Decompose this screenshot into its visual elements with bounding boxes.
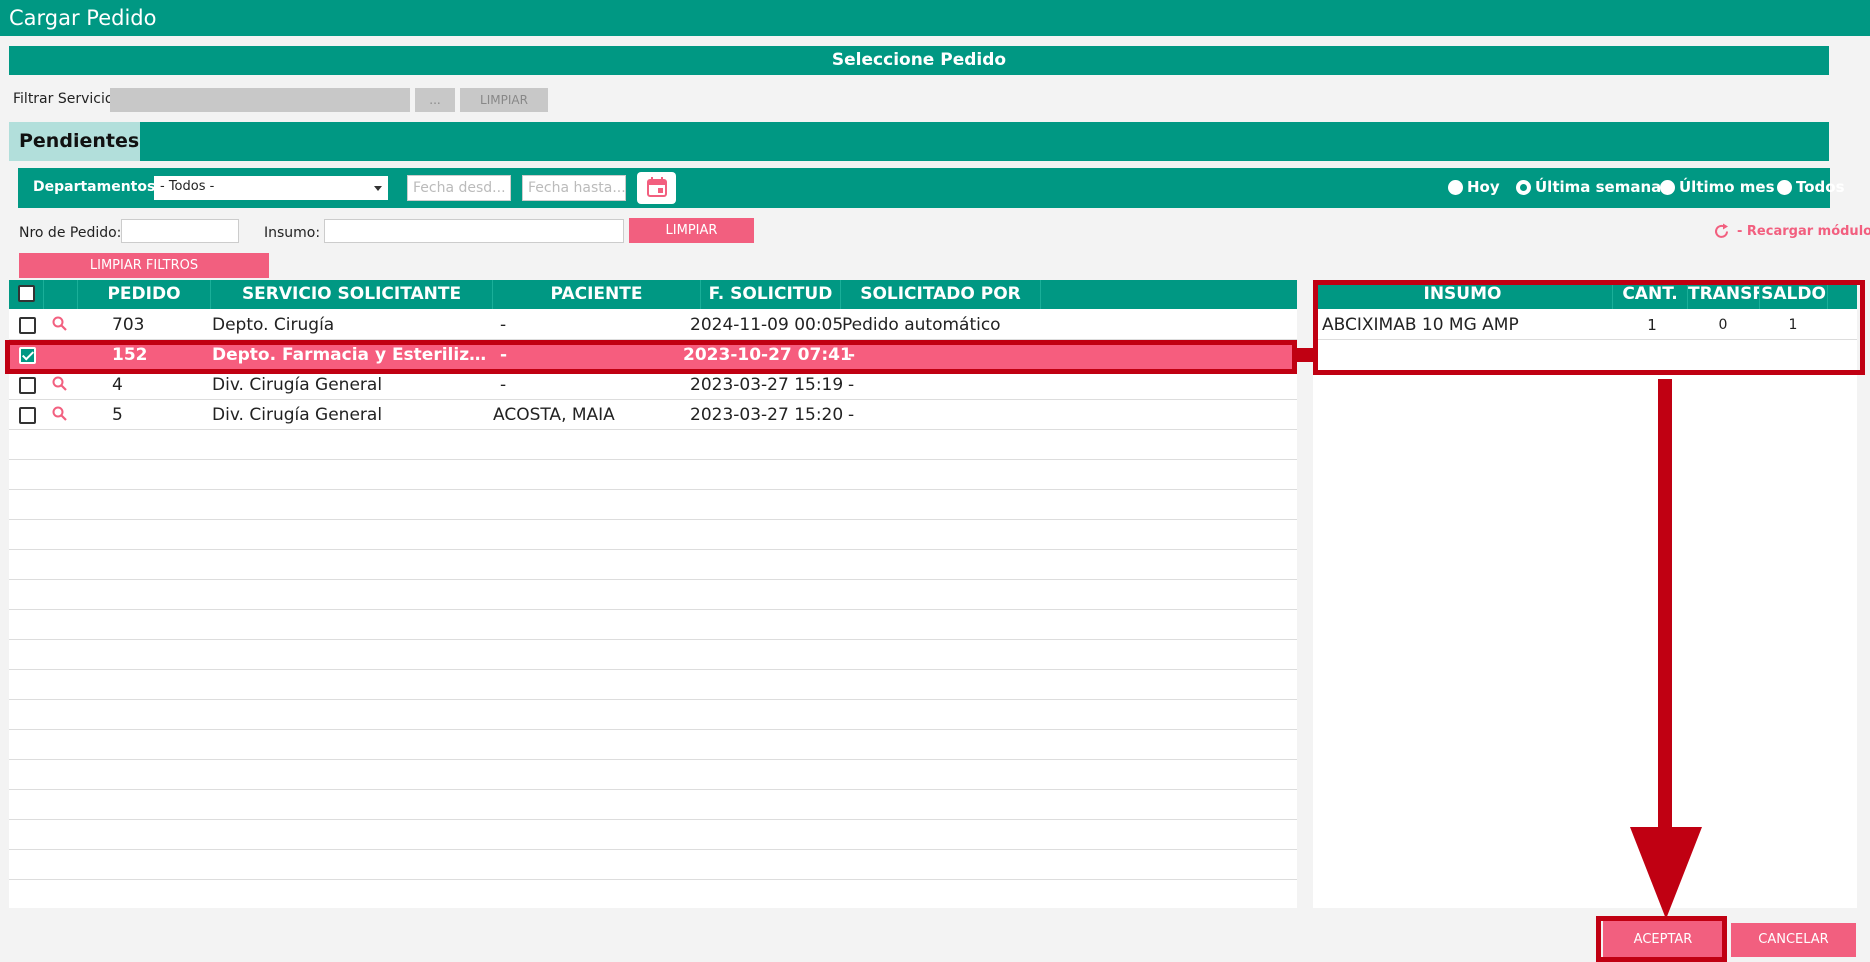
empty-row — [9, 580, 1297, 610]
cell-pedido: 5 — [112, 405, 123, 425]
items-table-highlight — [1313, 280, 1865, 375]
service-browse-button[interactable]: ... — [415, 88, 455, 112]
cell-fecha: 2023-03-27 15:20 — [690, 405, 844, 425]
empty-row — [9, 610, 1297, 640]
cell-fecha: 2023-03-27 15:19 — [690, 375, 844, 395]
empty-row — [9, 790, 1297, 820]
period-ultima-semana-label: Última semana — [1535, 178, 1662, 196]
period-radio-ultimo-mes[interactable]: Último mes — [1660, 178, 1775, 196]
empty-row — [9, 760, 1297, 790]
row-checkbox[interactable] — [19, 317, 36, 334]
nro-pedido-label: Nro de Pedido: — [19, 225, 122, 241]
empty-row — [9, 820, 1297, 850]
service-filter-label: Filtrar Servicio — [13, 91, 114, 107]
empty-row — [9, 460, 1297, 490]
table-row[interactable]: 4 Div. Cirugía General - 2023-03-27 15:1… — [9, 370, 1297, 400]
service-clear-button[interactable]: LIMPIAR — [460, 88, 548, 112]
search-icon[interactable] — [51, 405, 69, 423]
arrow-shaft — [1658, 379, 1672, 837]
column-header-pedido[interactable]: PEDIDO — [78, 280, 211, 309]
cell-solicitado-por: - — [848, 405, 855, 425]
column-header-paciente[interactable]: PACIENTE — [493, 280, 701, 309]
departamentos-select[interactable]: - Todos - — [154, 176, 388, 200]
calendar-icon — [647, 177, 667, 197]
header-select-all[interactable] — [9, 280, 44, 309]
chevron-down-icon — [374, 186, 382, 191]
radio-icon — [1448, 179, 1463, 195]
tab-pendientes[interactable]: Pendientes — [9, 122, 140, 161]
departamentos-label: Departamentos — [33, 179, 156, 195]
cell-fecha: 2024-11-09 00:05 — [690, 315, 844, 335]
table-row[interactable]: 703 Depto. Cirugía - 2024-11-09 00:05 Pe… — [9, 310, 1297, 340]
empty-row — [9, 520, 1297, 550]
cell-servicio: Div. Cirugía General — [212, 375, 383, 395]
cancel-button[interactable]: CANCELAR — [1731, 923, 1856, 957]
cell-servicio: Div. Cirugía General — [212, 405, 383, 425]
period-hoy-label: Hoy — [1467, 178, 1500, 196]
period-ultimo-mes-label: Último mes — [1679, 178, 1775, 196]
cell-pedido: 703 — [112, 315, 145, 335]
radio-icon — [1660, 179, 1675, 195]
search-icon[interactable] — [51, 375, 69, 393]
section-title: Seleccione Pedido — [9, 46, 1829, 75]
empty-row — [9, 430, 1297, 460]
cell-paciente: ACOSTA, MAIA — [493, 405, 615, 425]
cell-paciente: - — [500, 315, 507, 335]
select-all-checkbox[interactable] — [18, 285, 35, 302]
row-checkbox[interactable] — [19, 407, 36, 424]
column-header-servicio[interactable]: SERVICIO SOLICITANTE — [211, 280, 493, 309]
header-blank — [44, 280, 78, 309]
fecha-hasta-input[interactable]: Fecha hasta... — [522, 175, 626, 201]
reload-module-label: - Recargar módulo — [1737, 224, 1870, 239]
table-row[interactable]: 5 Div. Cirugía General ACOSTA, MAIA 2023… — [9, 400, 1297, 430]
departamentos-value: - Todos - — [160, 179, 215, 194]
limpiar-button[interactable]: LIMPIAR — [629, 218, 754, 243]
window-title: Cargar Pedido — [0, 0, 1870, 36]
empty-row — [9, 640, 1297, 670]
empty-row — [9, 490, 1297, 520]
radio-selected-icon — [1516, 179, 1531, 195]
period-radio-ultima-semana[interactable]: Última semana — [1516, 178, 1661, 196]
empty-row — [9, 670, 1297, 700]
search-icon[interactable] — [51, 315, 69, 333]
orders-table-header: PEDIDO SERVICIO SOLICITANTE PACIENTE F. … — [9, 280, 1297, 309]
row-checkbox[interactable] — [19, 377, 36, 394]
accept-button-highlight — [1596, 916, 1727, 962]
limpiar-filtros-button[interactable]: LIMPIAR FILTROS — [19, 253, 269, 278]
insumo-label: Insumo: — [264, 225, 321, 241]
period-radio-todos[interactable]: Todos — [1777, 178, 1845, 196]
reload-icon — [1715, 223, 1728, 238]
cell-solicitado-por: Pedido automático — [842, 315, 1001, 335]
orders-table: PEDIDO SERVICIO SOLICITANTE PACIENTE F. … — [9, 280, 1297, 908]
column-header-solicitado-por[interactable]: SOLICITADO POR — [841, 280, 1041, 309]
column-header-fecha[interactable]: F. SOLICITUD — [701, 280, 841, 309]
reload-module-link[interactable]: - Recargar módulo — [1712, 222, 1870, 241]
empty-row — [9, 700, 1297, 730]
tab-bar — [9, 122, 1829, 161]
fecha-desde-input[interactable]: Fecha desd... — [407, 175, 511, 201]
insumo-input[interactable] — [324, 219, 624, 243]
cell-solicitado-por: - — [848, 375, 855, 395]
service-filter-input[interactable] — [110, 88, 410, 112]
cell-paciente: - — [500, 375, 507, 395]
period-radio-hoy[interactable]: Hoy — [1448, 178, 1500, 196]
empty-row — [9, 850, 1297, 880]
nro-pedido-input[interactable] — [121, 219, 239, 243]
selected-row-highlight — [5, 340, 1297, 374]
period-todos-label: Todos — [1796, 178, 1845, 196]
empty-row — [9, 730, 1297, 760]
calendar-button[interactable] — [637, 172, 676, 204]
radio-icon — [1777, 179, 1792, 195]
cell-servicio: Depto. Cirugía — [212, 315, 335, 335]
cell-pedido: 4 — [112, 375, 123, 395]
arrow-down-icon — [1630, 827, 1702, 919]
empty-row — [9, 550, 1297, 580]
